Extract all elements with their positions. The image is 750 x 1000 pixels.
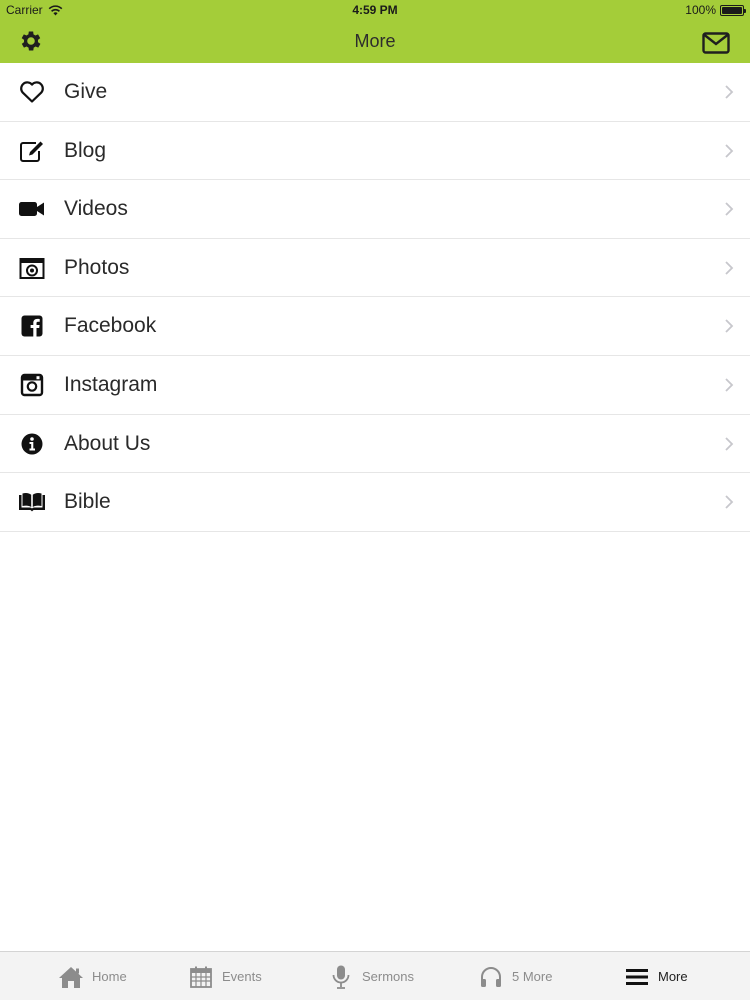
- menu-item-label: Blog: [64, 138, 107, 162]
- menu-item-label: Photos: [64, 255, 130, 279]
- menu-item-label: Bible: [64, 490, 111, 514]
- battery-info: 100%: [685, 3, 746, 17]
- menu-item-label: Instagram: [64, 372, 158, 396]
- tab-more[interactable]: More: [624, 952, 688, 1000]
- menu-item-videos[interactable]: Videos: [0, 180, 750, 239]
- more-menu-list: Give Blog Videos Photos Facebook Instagr…: [0, 63, 750, 532]
- menu-item-label: About Us: [64, 431, 151, 455]
- edit-icon: [18, 138, 46, 164]
- book-icon: [18, 489, 46, 515]
- headphones-icon: [478, 964, 504, 990]
- facebook-icon: [18, 313, 46, 339]
- tab-5-more[interactable]: 5 More: [478, 952, 552, 1000]
- chevron-right-icon: [725, 261, 734, 275]
- info-icon: [18, 431, 46, 457]
- status-time: 4:59 PM: [352, 3, 398, 17]
- heart-icon: [18, 79, 46, 105]
- instagram-icon: [18, 372, 46, 398]
- menu-item-photos[interactable]: Photos: [0, 239, 750, 298]
- chevron-right-icon: [725, 202, 734, 216]
- status-bar: Carrier 4:59 PM 100%: [0, 0, 750, 20]
- tab-label: More: [658, 969, 688, 984]
- menu-icon: [624, 964, 650, 990]
- top-bar: Carrier 4:59 PM 100% More: [0, 0, 750, 63]
- menu-item-label: Videos: [64, 197, 128, 221]
- tab-sermons[interactable]: Sermons: [328, 952, 414, 1000]
- navigation-bar: More: [0, 20, 750, 63]
- tab-home[interactable]: Home: [58, 952, 127, 1000]
- chevron-right-icon: [725, 85, 734, 99]
- tab-label: Home: [92, 969, 127, 984]
- tab-events[interactable]: Events: [188, 952, 262, 1000]
- chevron-right-icon: [725, 319, 734, 334]
- tab-label: Sermons: [362, 969, 415, 984]
- menu-item-bible[interactable]: Bible: [0, 473, 750, 532]
- camera-icon: [18, 255, 46, 281]
- calendar-icon: [188, 964, 214, 990]
- tab-label: Events: [222, 969, 262, 984]
- microphone-icon: [328, 964, 354, 990]
- home-icon: [58, 964, 84, 990]
- tab-label: 5 More: [512, 969, 553, 984]
- tab-bar: Home Events Sermons 5 More More: [0, 951, 750, 1000]
- chevron-right-icon: [725, 143, 734, 158]
- chevron-right-icon: [725, 495, 734, 509]
- battery-icon: [720, 4, 746, 16]
- battery-percent: 100%: [685, 3, 716, 17]
- page-title: More: [354, 31, 396, 51]
- menu-item-facebook[interactable]: Facebook: [0, 297, 750, 356]
- menu-item-blog[interactable]: Blog: [0, 122, 750, 181]
- video-camera-icon: [18, 196, 46, 222]
- menu-item-label: Facebook: [64, 314, 157, 338]
- mail-icon[interactable]: [702, 31, 730, 55]
- menu-item-give[interactable]: Give: [0, 63, 750, 122]
- menu-item-about-us[interactable]: About Us: [0, 415, 750, 474]
- chevron-right-icon: [725, 436, 734, 451]
- menu-item-instagram[interactable]: Instagram: [0, 356, 750, 415]
- menu-item-label: Give: [64, 80, 108, 103]
- chevron-right-icon: [725, 378, 734, 392]
